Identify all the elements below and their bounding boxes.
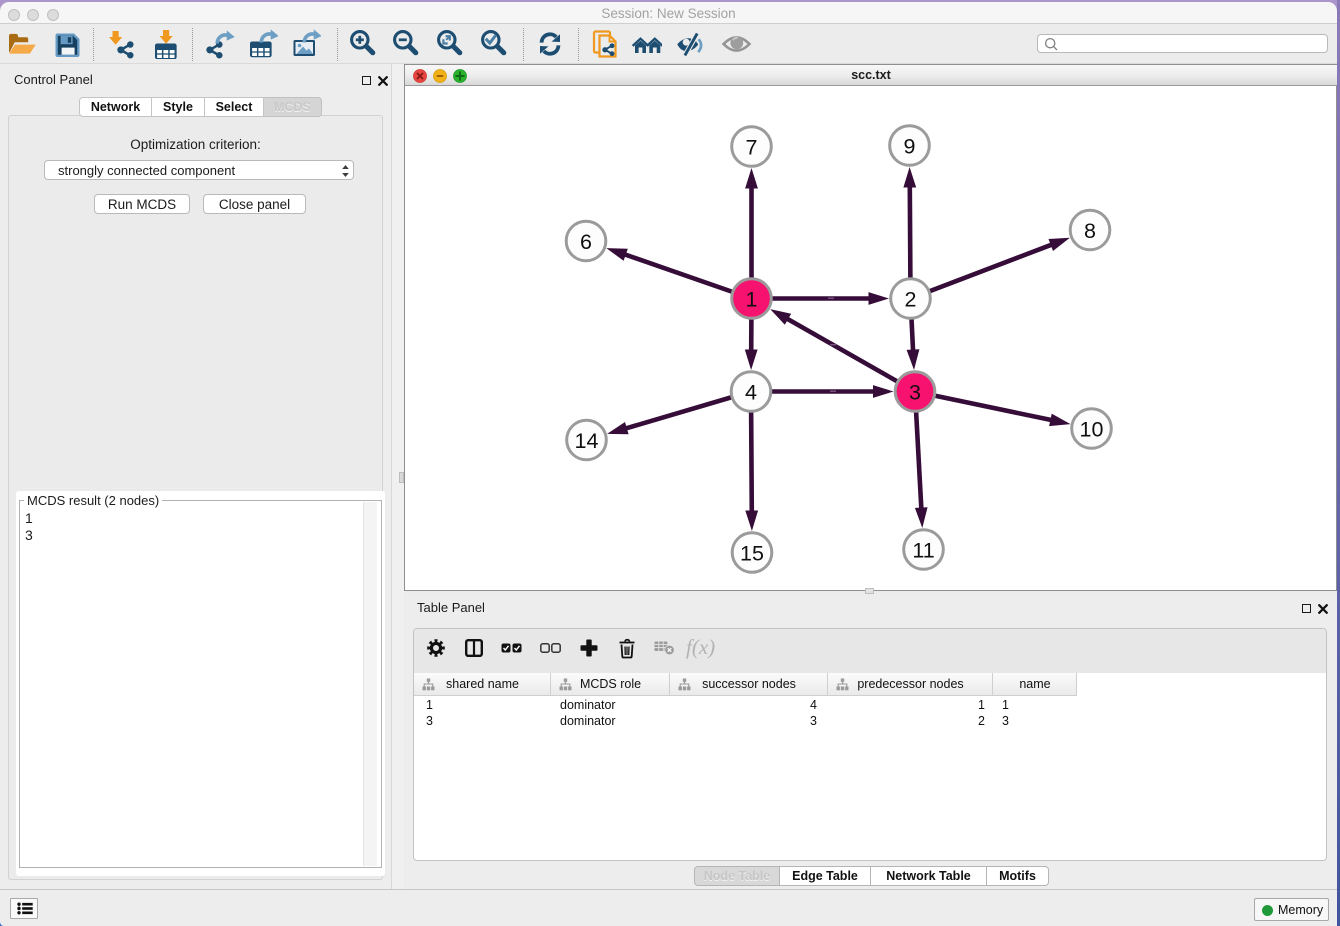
svg-text:3: 3 xyxy=(909,381,921,405)
svg-text:15: 15 xyxy=(740,542,764,566)
svg-text:1: 1 xyxy=(746,288,758,312)
svg-text:11: 11 xyxy=(912,539,934,563)
svg-text:2: 2 xyxy=(905,288,917,312)
svg-text:7: 7 xyxy=(746,136,758,160)
svg-text:14: 14 xyxy=(575,429,599,453)
svg-text:10: 10 xyxy=(1080,418,1104,442)
svg-text:9: 9 xyxy=(904,135,916,159)
svg-text:8: 8 xyxy=(1084,219,1096,243)
svg-text:4: 4 xyxy=(745,381,757,405)
svg-text:6: 6 xyxy=(580,230,592,254)
